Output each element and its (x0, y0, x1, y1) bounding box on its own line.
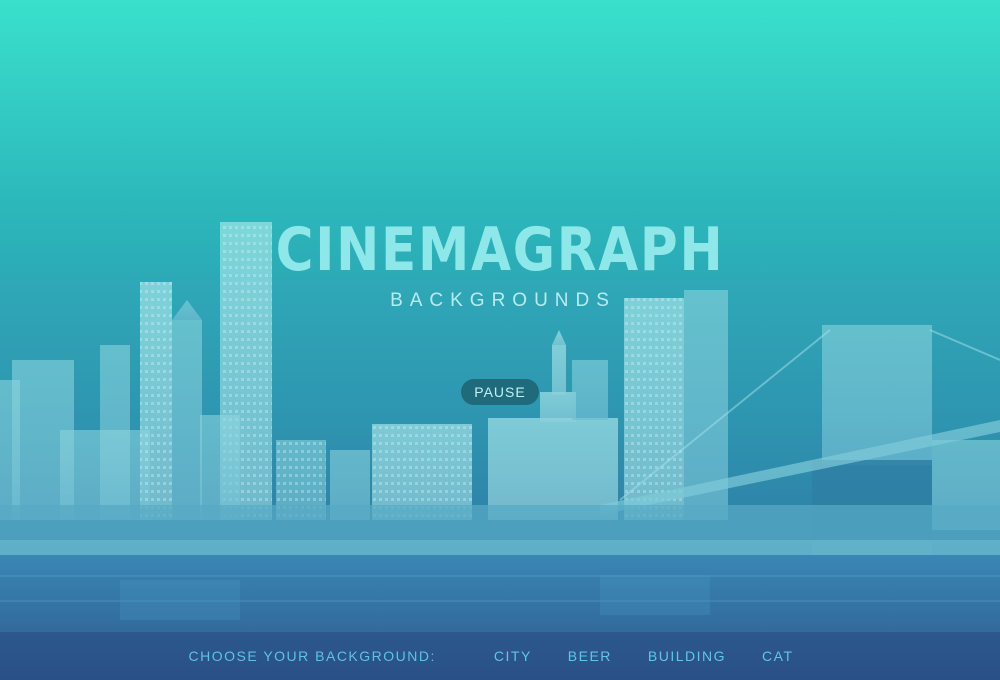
page-subtitle: BACKGROUNDS (390, 290, 616, 311)
hero: CINEMAGRAPH BACKGROUNDS (0, 212, 1000, 314)
background-option-beer[interactable]: BEER (568, 648, 612, 664)
background-picker-label: CHOOSE YOUR BACKGROUND: (188, 648, 436, 664)
city-skyline-background (0, 222, 1000, 680)
page-title: CINEMAGRAPH (275, 215, 725, 285)
background-option-cat[interactable]: CAT (762, 648, 793, 664)
background-picker-bar: CHOOSE YOUR BACKGROUND: CITY BEER BUILDI… (0, 632, 1000, 680)
pause-button[interactable]: PAUSE (461, 379, 539, 405)
background-option-building[interactable]: BUILDING (648, 648, 726, 664)
background-option-city[interactable]: CITY (494, 648, 532, 664)
